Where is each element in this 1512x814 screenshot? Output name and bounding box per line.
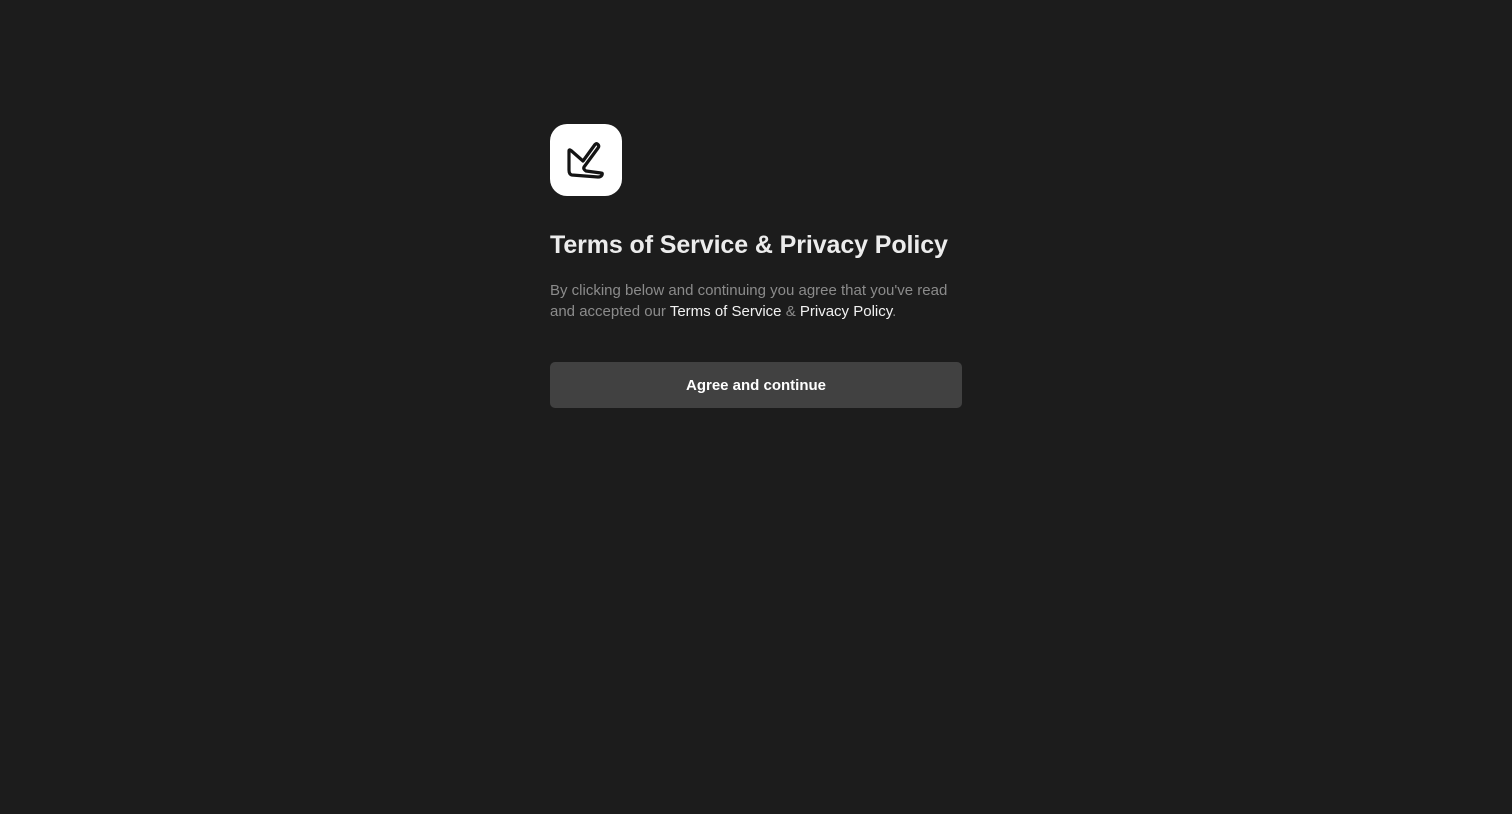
terms-of-service-link[interactable]: Terms of Service (670, 303, 782, 320)
page-title: Terms of Service & Privacy Policy (550, 231, 948, 259)
description-separator: & (781, 303, 800, 320)
app-logo (550, 124, 622, 196)
privacy-policy-link[interactable]: Privacy Policy (800, 303, 892, 320)
terms-card: Terms of Service & Privacy Policy By cli… (550, 124, 962, 408)
agree-and-continue-button[interactable]: Agree and continue (550, 362, 962, 408)
app-logo-icon (567, 142, 604, 179)
terms-page: Terms of Service & Privacy Policy By cli… (0, 0, 1512, 814)
description-period: . (892, 303, 897, 320)
terms-description: By clicking below and continuing you agr… (550, 280, 962, 322)
